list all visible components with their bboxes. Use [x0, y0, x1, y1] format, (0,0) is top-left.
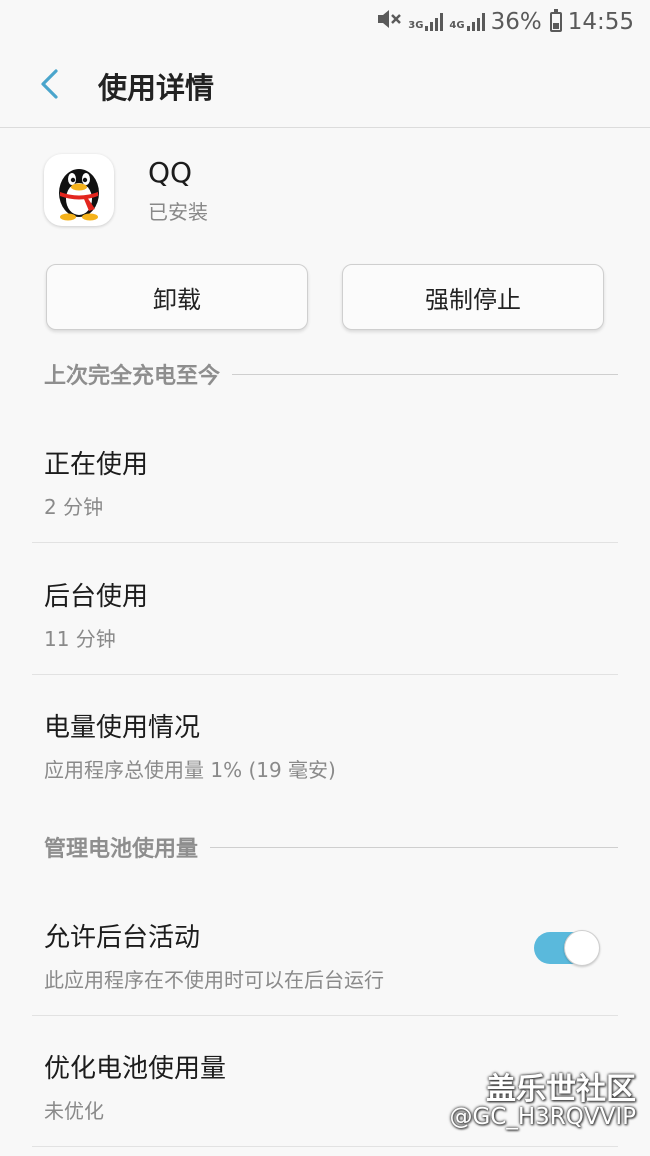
item-subtitle: 此应用程序在不使用时可以在后台运行 [44, 968, 384, 992]
battery-icon [549, 9, 562, 32]
list-item-allow-background[interactable]: 允许后台活动 此应用程序在不使用时可以在后台运行 [32, 917, 520, 993]
list-item-background-usage: 后台使用 11 分钟 [32, 576, 618, 652]
force-stop-button[interactable]: 强制停止 [342, 264, 604, 330]
app-bar: 使用详情 [0, 44, 650, 128]
item-value: 11 分钟 [44, 627, 116, 651]
item-title: 电量使用情况 [44, 713, 201, 743]
item-title: 后台使用 [44, 582, 149, 612]
chevron-left-icon [38, 68, 60, 104]
section-title: 上次完全充电至今 [44, 364, 221, 389]
battery-percent: 36% [490, 9, 542, 35]
toggle-knob [564, 930, 600, 966]
signal-3g-icon: 3G [408, 13, 444, 31]
app-install-status: 已安装 [148, 199, 208, 224]
network-type-label: 3G [408, 20, 424, 31]
list-item-battery-usage[interactable]: 电量使用情况 应用程序总使用量 1% (19 毫安) [32, 707, 618, 783]
signal-4g-icon: 4G [449, 13, 485, 31]
section-header-manage-battery: 管理电池使用量 [44, 831, 618, 863]
page-title: 使用详情 [98, 70, 215, 105]
item-value: 应用程序总使用量 1% (19 毫安) [44, 758, 336, 782]
app-info: QQ 已安装 [44, 154, 208, 226]
status-bar: 3G 4G 36% 14:55 [0, 0, 650, 44]
network-type-label: 4G [449, 20, 465, 31]
back-button[interactable] [0, 44, 98, 128]
item-value: 2 分钟 [44, 495, 104, 519]
uninstall-button[interactable]: 卸载 [46, 264, 308, 330]
watermark-title: 盖乐世社区 [486, 1072, 636, 1107]
mute-icon [376, 8, 402, 36]
divider [32, 1015, 618, 1016]
section-divider [232, 373, 618, 375]
item-title: 正在使用 [44, 450, 149, 480]
divider [32, 542, 618, 543]
divider [32, 674, 618, 675]
watermark-user: @GC_H3RQVVIP [449, 1104, 636, 1130]
divider [32, 1146, 618, 1147]
section-divider [210, 846, 618, 848]
allow-background-toggle[interactable] [534, 930, 600, 966]
list-item-foreground-usage: 正在使用 2 分钟 [32, 444, 618, 520]
item-title: 允许后台活动 [44, 923, 201, 953]
clock: 14:55 [567, 9, 634, 35]
section-title: 管理电池使用量 [44, 837, 199, 862]
section-header-since-full-charge: 上次完全充电至今 [44, 358, 618, 390]
qq-penguin-icon [44, 154, 114, 226]
app-name: QQ [148, 155, 193, 189]
